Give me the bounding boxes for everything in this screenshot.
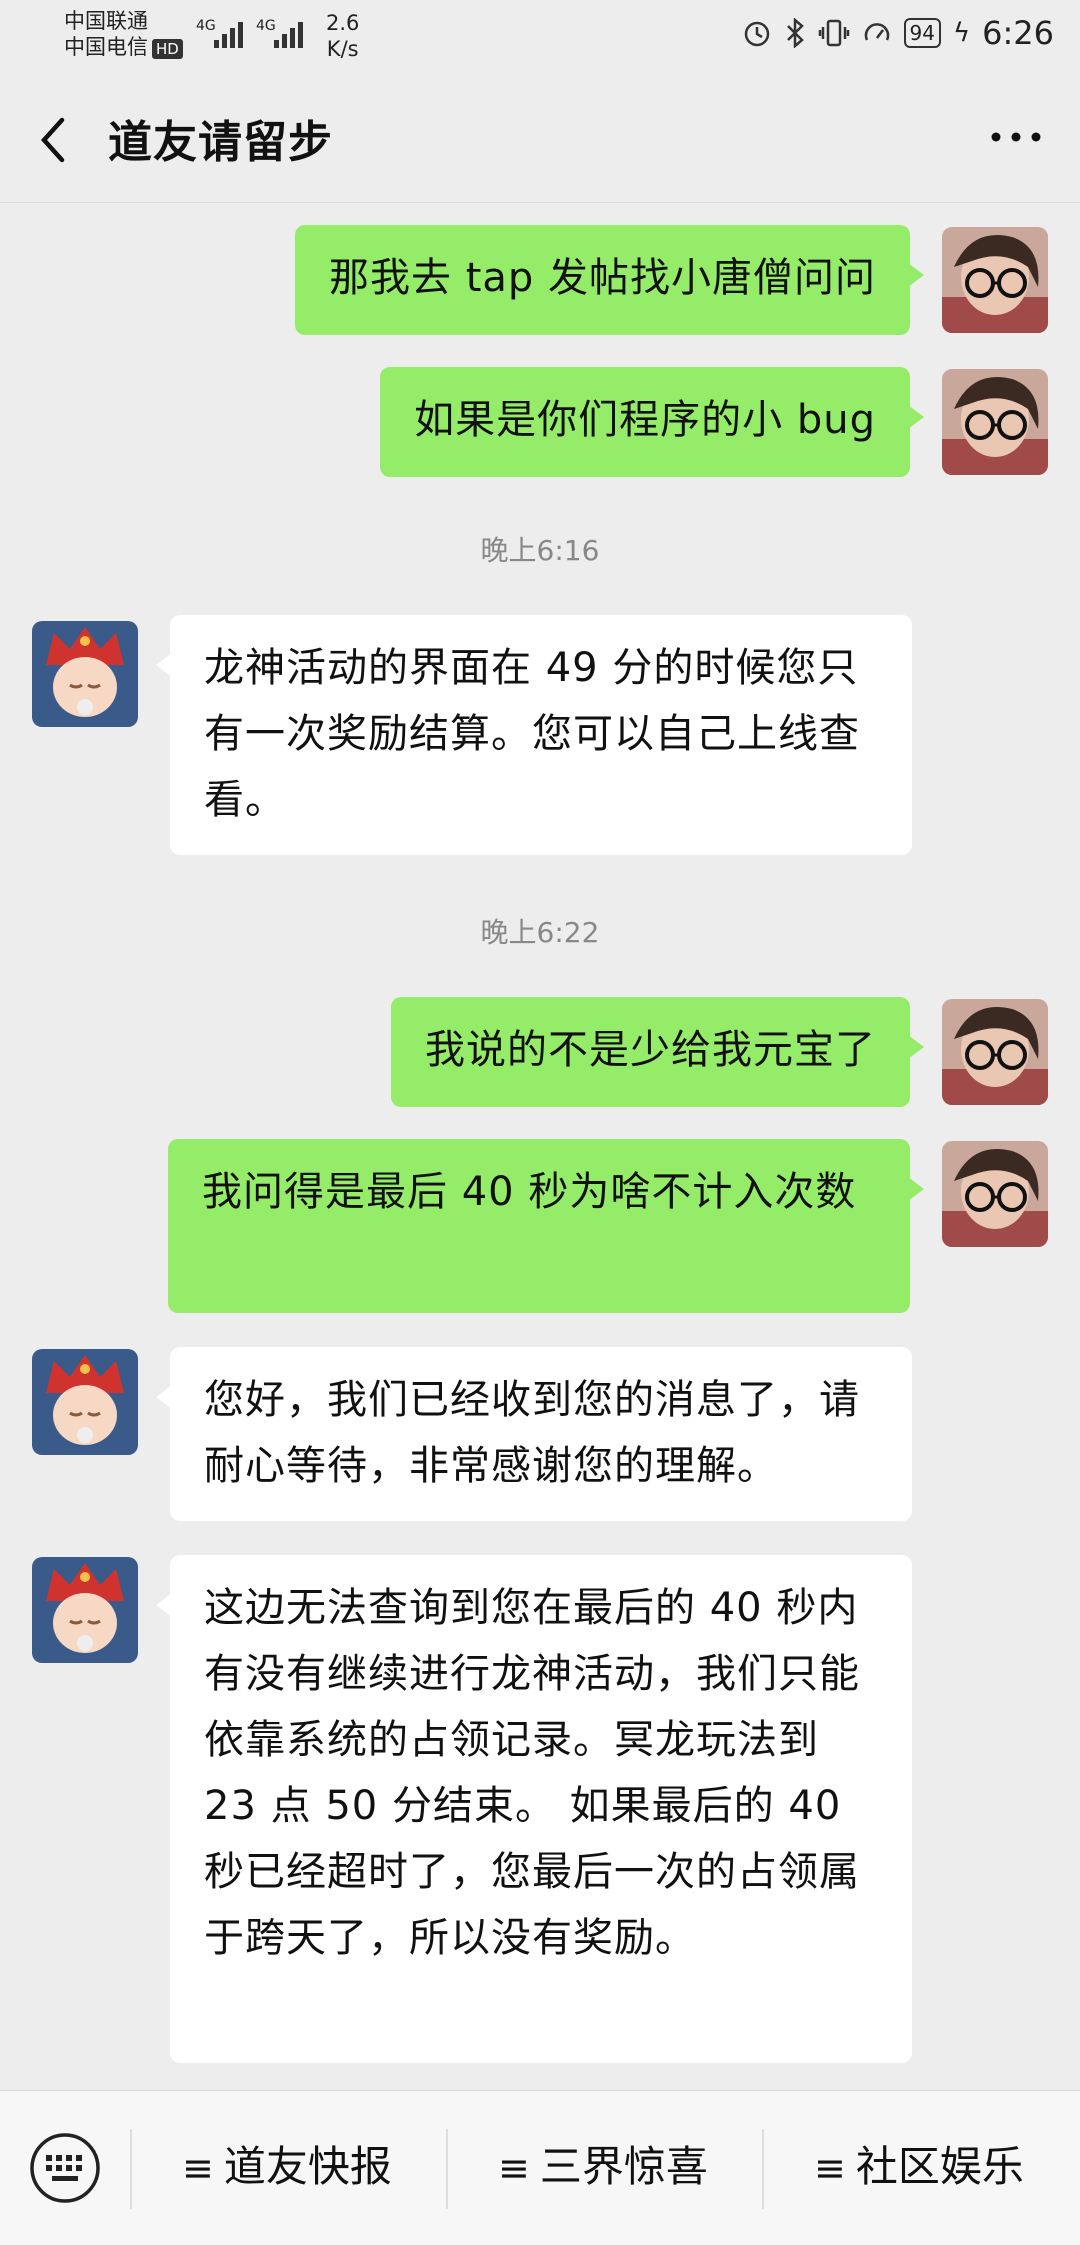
user-avatar[interactable]: [942, 369, 1048, 475]
message-bubble-outgoing[interactable]: 我说的不是少给我元宝了: [391, 997, 924, 1107]
keyboard-icon[interactable]: [28, 2131, 102, 2205]
alarm-icon: [744, 21, 769, 47]
message-list[interactable]: 那我去 tap 发帖找小唐僧问问 如果是你们程序的小 bug 晚上6:16 龙神…: [0, 203, 1080, 2088]
signal-icon: [214, 18, 243, 48]
vibrate-icon: [818, 19, 849, 47]
signal-icon-2: [274, 18, 303, 48]
menu-lines-icon: ≡: [182, 2146, 214, 2190]
carrier-info: 中国联通 中国电信 HD: [64, 8, 183, 60]
carrier-1: 中国联通: [64, 9, 148, 33]
more-dots-icon[interactable]: [986, 122, 1046, 152]
menu-item-daoyou-news[interactable]: ≡ 道友快报: [182, 2137, 392, 2197]
network-type-1: 4G: [196, 18, 216, 34]
menu-item-community-fun[interactable]: ≡ 社区娱乐: [814, 2137, 1024, 2197]
message-bubble-outgoing[interactable]: 如果是你们程序的小 bug: [380, 367, 924, 477]
bluetooth-icon: [786, 18, 804, 48]
message-bubble-outgoing[interactable]: 我问得是最后 40 秒为啥不计入次数: [168, 1139, 924, 1313]
battery-level: 94: [903, 18, 941, 48]
message-timestamp: 晚上6:16: [480, 534, 600, 567]
menu-divider: [130, 2129, 132, 2209]
menu-divider: [762, 2129, 764, 2209]
service-avatar[interactable]: [32, 621, 138, 727]
status-bar: 中国联通 中国电信 HD 4G 4G 2.6 K/s 94 ϟ 6:26: [0, 0, 1080, 72]
clock: 6:26: [982, 14, 1054, 52]
hd-badge: HD: [152, 39, 183, 59]
user-avatar[interactable]: [942, 999, 1048, 1105]
chevron-left-icon[interactable]: [30, 110, 80, 170]
network-type-2: 4G: [256, 18, 276, 34]
service-avatar[interactable]: [32, 1557, 138, 1663]
message-timestamp: 晚上6:22: [480, 916, 600, 949]
bottom-menu-bar: ≡ 道友快报 ≡ 三界惊喜 ≡ 社区娱乐: [0, 2090, 1080, 2245]
menu-lines-icon: ≡: [814, 2146, 846, 2190]
menu-item-sanjie-surprise[interactable]: ≡ 三界惊喜: [498, 2137, 708, 2197]
message-bubble-outgoing[interactable]: 那我去 tap 发帖找小唐僧问问: [294, 225, 925, 335]
user-avatar[interactable]: [942, 1141, 1048, 1247]
message-bubble-incoming[interactable]: 这边无法查询到您在最后的 40 秒内有没有继续进行龙神活动，我们只能依靠系统的占…: [156, 1555, 912, 2063]
menu-divider: [446, 2129, 448, 2209]
chat-header: 道友请留步: [0, 72, 1080, 203]
service-avatar[interactable]: [32, 1349, 138, 1455]
user-avatar[interactable]: [942, 227, 1048, 333]
network-speed: 2.6 K/s: [326, 11, 360, 61]
data-saver-icon: [864, 23, 889, 41]
chat-title: 道友请留步: [108, 117, 333, 168]
message-bubble-incoming[interactable]: 您好，我们已经收到您的消息了，请耐心等待，非常感谢您的理解。: [156, 1347, 912, 1521]
menu-lines-icon: ≡: [498, 2146, 530, 2190]
charging-icon: ϟ: [952, 18, 971, 48]
message-bubble-incoming[interactable]: 龙神活动的界面在 49 分的时候您只有一次奖励结算。您可以自己上线查看。: [156, 615, 912, 855]
carrier-2: 中国电信: [64, 35, 148, 59]
